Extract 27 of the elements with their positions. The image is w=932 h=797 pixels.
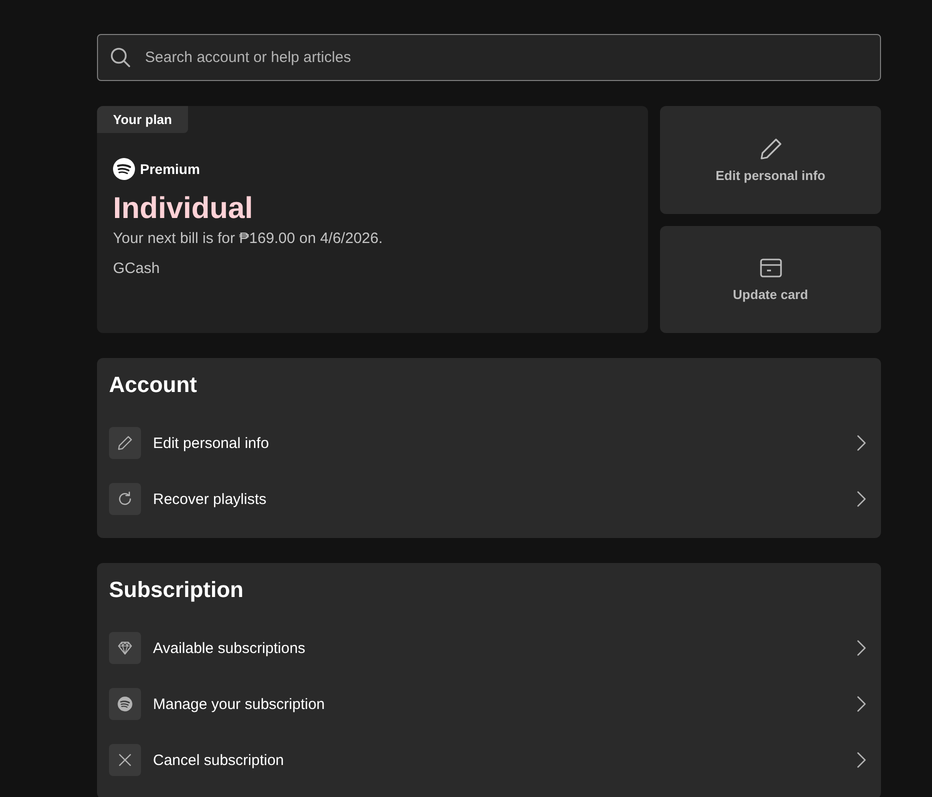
chevron-right-icon xyxy=(857,640,866,656)
search-field[interactable]: Search account or help articles xyxy=(97,34,881,81)
chevron-right-icon xyxy=(857,491,866,507)
pencil-icon xyxy=(109,427,141,459)
menu-link[interactable]: Manage your subscription xyxy=(109,676,869,732)
section-title: Subscription xyxy=(109,576,244,604)
menu-link[interactable]: Available subscriptions xyxy=(109,620,869,676)
cross-icon xyxy=(109,744,141,776)
search-icon xyxy=(110,47,131,68)
payment-method: GCash xyxy=(113,259,160,279)
chevron-right-icon xyxy=(857,752,866,768)
striped-circle-icon xyxy=(113,158,135,180)
billing-text: Your next bill is for ₱169.00 on 4/6/2026. xyxy=(113,229,383,249)
menu-link[interactable]: Recover playlists xyxy=(109,471,869,527)
section-title: Account xyxy=(109,371,198,399)
refresh-icon xyxy=(109,483,141,515)
plan-name: Individual xyxy=(113,192,254,226)
plan-tag: Your plan xyxy=(97,106,188,133)
pencil-icon xyxy=(758,136,782,161)
chevron-right-icon xyxy=(857,435,866,451)
menu-link[interactable]: Edit personal info xyxy=(109,415,869,471)
menu-link[interactable]: Cancel subscription xyxy=(109,732,869,788)
chevron-right-icon xyxy=(857,696,866,712)
quick-action-button[interactable]: Update card xyxy=(660,226,881,333)
card-icon xyxy=(758,256,782,280)
tier-label: Premium xyxy=(140,161,200,177)
quick-action-button[interactable]: Edit personal info xyxy=(660,106,881,214)
